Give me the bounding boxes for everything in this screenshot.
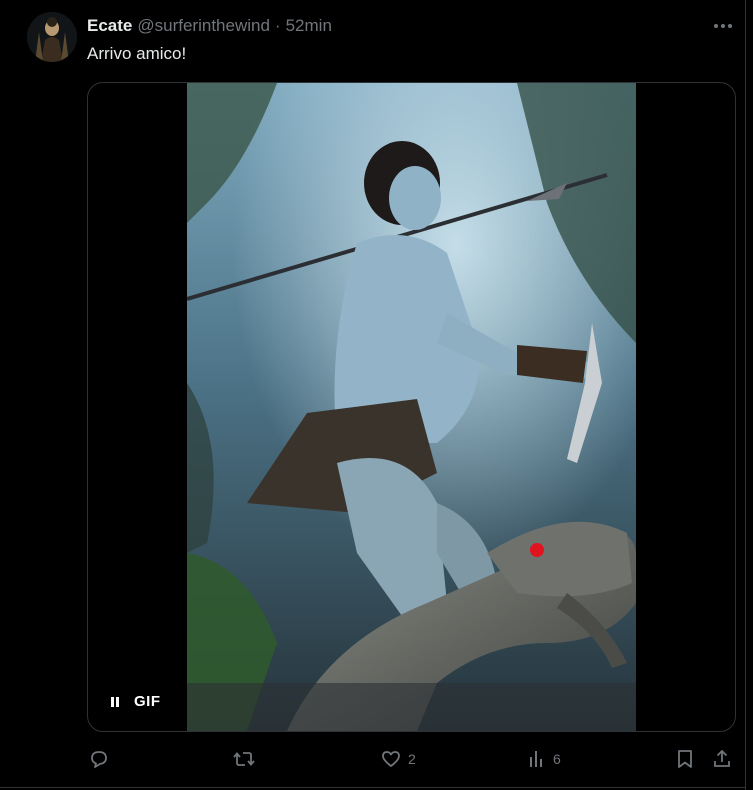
- bookmark-button[interactable]: [674, 744, 696, 774]
- share-icon: [711, 748, 733, 770]
- gif-controls: GIF: [108, 693, 161, 710]
- repost-icon: [232, 748, 256, 770]
- timestamp[interactable]: 52min: [286, 16, 332, 36]
- repost-button[interactable]: [232, 744, 262, 774]
- reply-icon: [88, 748, 110, 770]
- more-horizontal-icon: [713, 23, 733, 29]
- more-options-button[interactable]: [710, 15, 736, 37]
- display-name[interactable]: Ecate: [87, 16, 132, 36]
- action-bar: 2 6: [0, 744, 745, 774]
- reply-button[interactable]: [88, 744, 116, 774]
- bookmark-icon: [674, 748, 696, 770]
- user-handle[interactable]: @surferinthewind: [137, 16, 270, 36]
- share-button[interactable]: [711, 744, 733, 774]
- like-count: 2: [408, 751, 416, 767]
- tweet-text: Arrivo amico!: [87, 44, 187, 63]
- tweet-divider: [0, 787, 745, 788]
- views-chart-icon: [527, 748, 547, 770]
- gif-badge: GIF: [134, 693, 161, 710]
- pause-icon[interactable]: [108, 695, 122, 709]
- separator-dot: ·: [274, 16, 281, 35]
- tweet[interactable]: Ecate @surferinthewind · 52min Arrivo am…: [0, 0, 746, 790]
- like-button[interactable]: 2: [380, 744, 416, 774]
- views-button[interactable]: 6: [527, 744, 561, 774]
- media-container[interactable]: GIF: [87, 82, 736, 732]
- tweet-header: Ecate @surferinthewind · 52min: [87, 15, 332, 37]
- gif-image[interactable]: [187, 83, 636, 731]
- avatar[interactable]: [27, 12, 77, 62]
- views-count: 6: [553, 751, 561, 767]
- heart-icon: [380, 748, 402, 770]
